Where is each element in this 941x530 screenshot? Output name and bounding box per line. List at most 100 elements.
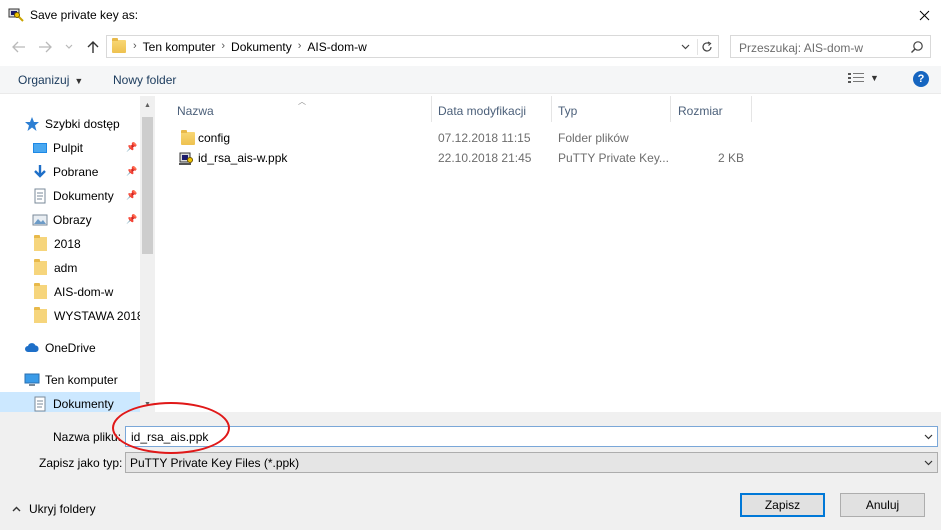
- chevron-down-icon: [681, 44, 689, 50]
- highlight-annotation: [112, 402, 230, 454]
- sidebar-item-desktop[interactable]: Pulpit 📌: [0, 136, 140, 160]
- up-arrow-icon: [87, 41, 99, 53]
- breadcrumb-item[interactable]: Dokumenty: [227, 40, 296, 54]
- column-divider[interactable]: [751, 96, 752, 122]
- address-bar[interactable]: › Ten komputer › Dokumenty › AIS-dom-w: [106, 35, 719, 58]
- filename-field[interactable]: id_rsa_ais.ppk: [125, 426, 938, 447]
- save-label: Zapisz: [764, 498, 801, 512]
- view-options-button[interactable]: ▼: [848, 72, 879, 84]
- sidebar-item-2018[interactable]: 2018: [0, 232, 140, 256]
- table-row[interactable]: config 07.12.2018 11:15 Folder plików: [176, 128, 756, 148]
- filetype-select[interactable]: PuTTY Private Key Files (*.ppk): [125, 452, 938, 473]
- folder-icon: [34, 307, 47, 323]
- sidebar-item-label: Ten komputer: [45, 373, 118, 387]
- folder-icon: [34, 259, 47, 275]
- breadcrumb-item[interactable]: Ten komputer: [139, 40, 220, 54]
- sidebar-item-label: Pobrane: [53, 165, 99, 179]
- address-dropdown-button[interactable]: [678, 39, 692, 55]
- sidebar-item-downloads[interactable]: Pobrane 📌: [0, 160, 140, 184]
- sidebar-item-label: Dokumenty: [53, 397, 114, 411]
- sidebar-item-label: Dokumenty: [53, 189, 114, 203]
- save-button[interactable]: Zapisz: [740, 493, 825, 517]
- file-type: PuTTY Private Key...: [558, 151, 669, 165]
- sidebar-item-label: WYSTAWA 2018: [54, 309, 144, 323]
- column-header-date[interactable]: Data modyfikacji: [432, 100, 552, 122]
- help-label: ?: [917, 73, 925, 85]
- pin-icon: 📌: [126, 142, 138, 152]
- column-label: Nazwa: [177, 104, 214, 118]
- refresh-button[interactable]: [697, 39, 715, 55]
- organize-label: Organizuj: [18, 73, 70, 87]
- sidebar-item-documents-pc[interactable]: Dokumenty: [0, 392, 140, 412]
- sidebar-item-label: Pulpit: [53, 141, 84, 155]
- cancel-button[interactable]: Anuluj: [840, 493, 925, 517]
- sidebar-item-ais-dom-w[interactable]: AIS-dom-w: [0, 280, 140, 304]
- chevron-down-icon: [924, 460, 932, 466]
- chevron-down-icon: [924, 434, 932, 440]
- filetype-dropdown-button[interactable]: [921, 455, 935, 471]
- chevron-right-icon: ›: [133, 40, 137, 52]
- chevron-down-icon: [65, 44, 73, 49]
- sidebar-item-this-pc[interactable]: Ten komputer: [0, 368, 140, 392]
- sidebar-item-quick-access[interactable]: Szybki dostęp: [0, 112, 140, 136]
- sidebar-item-label: Szybki dostęp: [45, 117, 120, 131]
- cloud-icon: [25, 343, 39, 352]
- file-name: config: [198, 131, 231, 145]
- file-name: id_rsa_ais-w.ppk: [198, 151, 288, 165]
- sidebar-item-documents[interactable]: Dokumenty 📌: [0, 184, 140, 208]
- hide-folders-label: Ukryj foldery: [29, 502, 96, 516]
- command-toolbar: Organizuj ▼ Nowy folder ▼ ?: [0, 66, 941, 94]
- sidebar-item-onedrive[interactable]: OneDrive: [0, 336, 140, 360]
- folder-icon: [34, 235, 47, 251]
- breadcrumb-item[interactable]: AIS-dom-w: [303, 40, 370, 54]
- new-folder-button[interactable]: Nowy folder: [113, 73, 176, 87]
- recent-locations-button[interactable]: [62, 37, 76, 57]
- sidebar-scroll-thumb[interactable]: [142, 117, 153, 254]
- forward-button[interactable]: [36, 37, 54, 57]
- window-title: Save private key as:: [30, 8, 139, 22]
- column-label: Data modyfikacji: [438, 104, 527, 118]
- cancel-label: Anuluj: [865, 498, 900, 512]
- pin-icon: 📌: [126, 214, 138, 224]
- computer-icon: [24, 373, 40, 386]
- table-row[interactable]: id_rsa_ais-w.ppk 22.10.2018 21:45 PuTTY …: [176, 148, 756, 168]
- up-button[interactable]: [84, 37, 102, 57]
- star-icon: [25, 117, 39, 131]
- column-header-type[interactable]: Typ: [552, 100, 670, 122]
- column-header-size[interactable]: Rozmiar: [672, 100, 752, 122]
- sidebar-item-label: adm: [54, 261, 78, 275]
- sidebar-item-adm[interactable]: adm: [0, 256, 140, 280]
- search-input[interactable]: Przeszukaj: AIS-dom-w: [730, 35, 931, 58]
- file-size: 2 KB: [717, 151, 744, 165]
- refresh-icon: [701, 41, 712, 52]
- download-icon: [34, 165, 46, 178]
- back-button[interactable]: [10, 37, 28, 57]
- search-icon: [911, 41, 923, 53]
- sidebar-item-wystawa-2018[interactable]: WYSTAWA 2018: [0, 304, 144, 328]
- file-list: ︿ Nazwa Data modyfikacji Typ Rozmiar con…: [156, 96, 941, 412]
- organize-menu-button[interactable]: Organizuj ▼: [18, 73, 83, 87]
- help-button[interactable]: ?: [913, 71, 929, 87]
- pictures-icon: [32, 214, 48, 226]
- sidebar-item-pictures[interactable]: Obrazy 📌: [0, 208, 140, 232]
- hide-folders-button[interactable]: Ukryj foldery: [12, 502, 96, 516]
- filename-dropdown-button[interactable]: [921, 429, 935, 445]
- filename-label: Nazwa pliku:: [53, 430, 122, 444]
- forward-arrow-icon: [39, 41, 52, 53]
- document-icon: [34, 188, 46, 204]
- desktop-icon: [33, 143, 47, 153]
- sidebar-item-label: OneDrive: [45, 341, 96, 355]
- scroll-up-arrow-icon[interactable]: ▲: [142, 99, 153, 111]
- column-divider[interactable]: [670, 96, 671, 122]
- search-placeholder: Przeszukaj: AIS-dom-w: [739, 41, 864, 55]
- column-header-name[interactable]: Nazwa: [171, 100, 431, 122]
- folder-icon: [112, 38, 126, 53]
- chevron-up-icon: [12, 506, 21, 512]
- putty-key-file-icon: [179, 152, 193, 165]
- pin-icon: 📌: [126, 190, 138, 200]
- filetype-label: Zapisz jako typ:: [39, 456, 123, 470]
- caret-down-icon: ▼: [870, 73, 879, 83]
- close-icon: [919, 10, 929, 20]
- close-button[interactable]: [907, 0, 941, 30]
- column-label: Rozmiar: [678, 104, 723, 118]
